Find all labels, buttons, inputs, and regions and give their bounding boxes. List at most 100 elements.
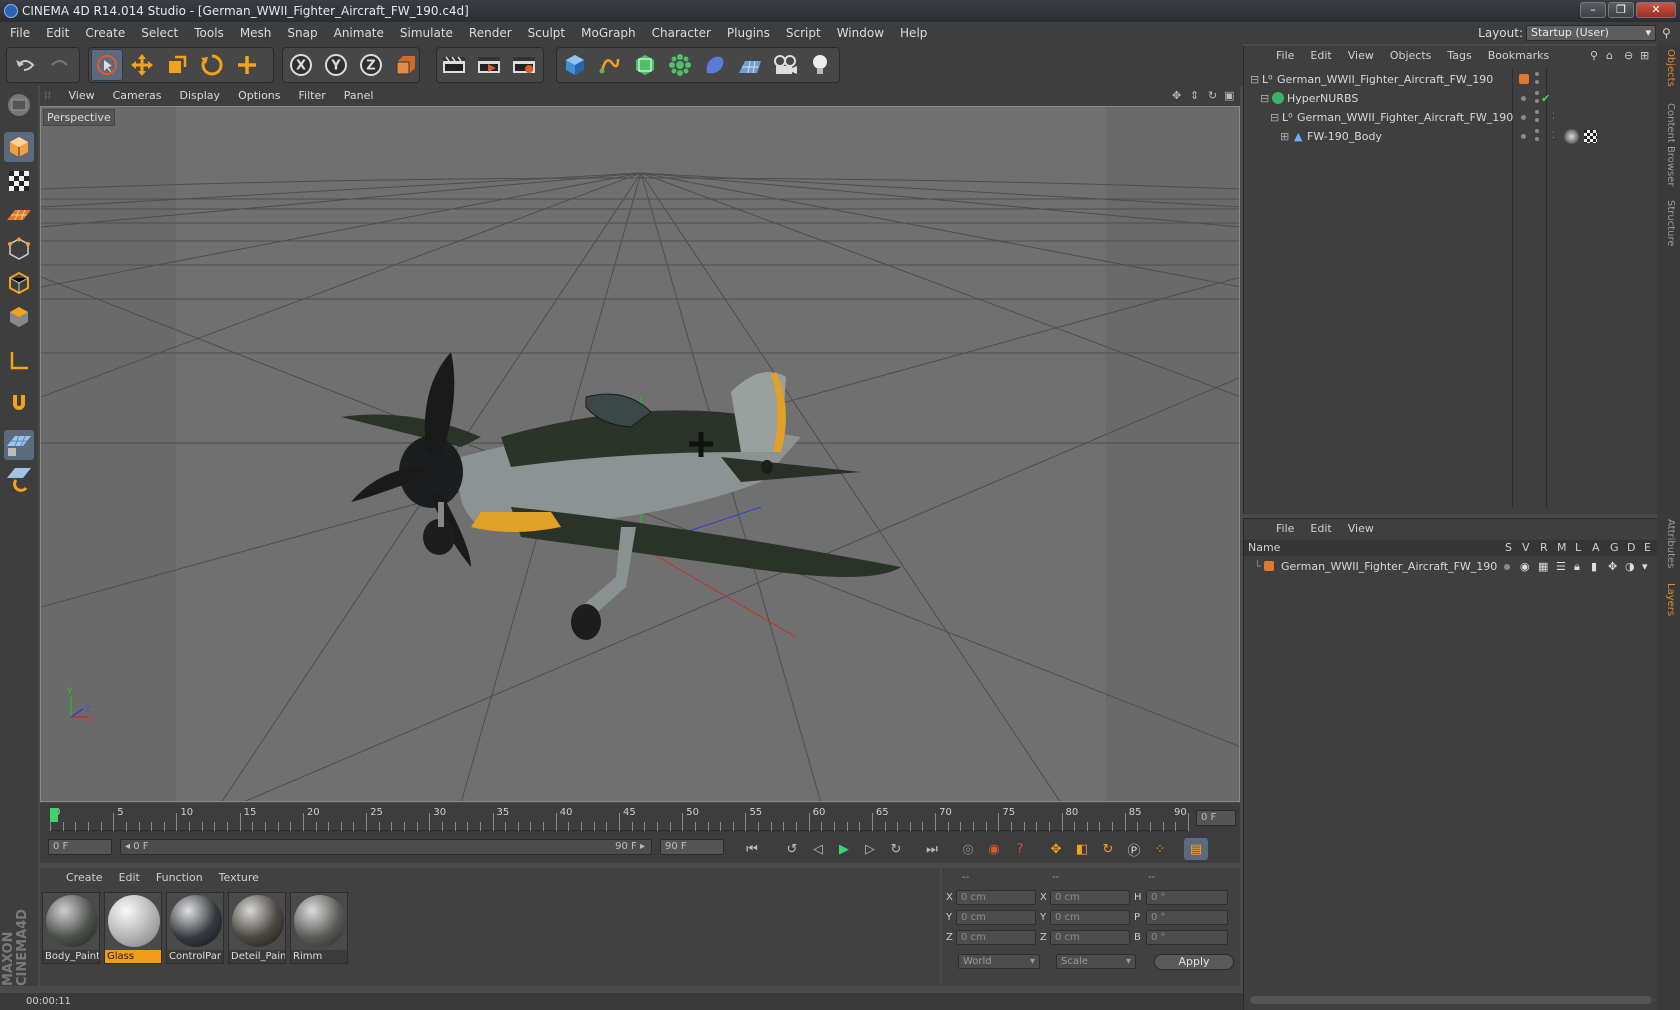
menu-create[interactable]: Create: [77, 22, 133, 44]
material-glass[interactable]: Glass: [104, 892, 162, 964]
layer-color-swatch[interactable]: [1264, 561, 1274, 571]
menu-script[interactable]: Script: [778, 22, 829, 44]
menu-window[interactable]: Window: [829, 22, 892, 44]
key-rotation-icon[interactable]: ↻: [1096, 838, 1120, 860]
model-mode-icon[interactable]: [4, 132, 34, 162]
layer-col-render[interactable]: R: [1540, 540, 1548, 556]
camera-icon[interactable]: [769, 49, 801, 81]
render-visibility-dot[interactable]: [1535, 137, 1539, 141]
texture-tag-icon[interactable]: [1584, 130, 1597, 143]
current-frame-field[interactable]: 0 F: [1196, 810, 1236, 826]
layer-menu-file[interactable]: File: [1268, 519, 1302, 539]
position-x-field[interactable]: 0 cm: [956, 890, 1036, 905]
size-mode-select[interactable]: Scale ▾: [1056, 954, 1136, 969]
render-icon[interactable]: ▦: [1538, 557, 1548, 576]
menu-mograph[interactable]: MoGraph: [573, 22, 644, 44]
filter-icon[interactable]: ⊖: [1624, 46, 1633, 66]
layer-menu-edit[interactable]: Edit: [1302, 519, 1339, 539]
menu-render[interactable]: Render: [461, 22, 520, 44]
key-parameter-icon[interactable]: Ⓟ: [1122, 838, 1146, 860]
manager-icon[interactable]: ☰: [1556, 557, 1566, 576]
apply-button[interactable]: Apply: [1154, 954, 1234, 970]
checkmark-icon[interactable]: ✔: [1541, 89, 1550, 108]
frame-range-slider[interactable]: ◂ 0 F 90 F ▸: [120, 839, 652, 855]
magnet-icon[interactable]: [4, 388, 34, 418]
layer-col-generators[interactable]: G: [1610, 540, 1619, 556]
deformer-toggle-icon[interactable]: ◑: [1625, 557, 1635, 576]
go-to-end-icon[interactable]: ⏭: [920, 838, 944, 860]
rotation-b-field[interactable]: 0 °: [1146, 930, 1228, 945]
size-y-field[interactable]: 0 cm: [1050, 910, 1130, 925]
previous-frame-icon[interactable]: ◁: [806, 838, 830, 860]
mat-menu-edit[interactable]: Edit: [111, 868, 148, 888]
tree-item-root[interactable]: ⊟ L⁰ German_WWII_Fighter_Aircraft_FW_190: [1244, 70, 1658, 89]
snap-settings-icon[interactable]: [4, 464, 34, 494]
tree-item-aircraft-group[interactable]: ⊟ L⁰ German_WWII_Fighter_Aircraft_FW_190…: [1244, 108, 1658, 127]
floor-icon[interactable]: [734, 49, 766, 81]
array-icon[interactable]: [664, 49, 696, 81]
animation-icon[interactable]: ▮: [1591, 557, 1597, 576]
menu-animate[interactable]: Animate: [326, 22, 392, 44]
horizontal-scrollbar[interactable]: [1250, 996, 1652, 1004]
layer-color-swatch[interactable]: [1519, 74, 1529, 84]
maximize-button[interactable]: ❐: [1608, 2, 1634, 18]
layer-col-deformers[interactable]: D: [1627, 540, 1635, 556]
timeline-ruler[interactable]: 051015202530354045505560657075808590 0 F: [40, 803, 1240, 835]
expression-icon[interactable]: ▾: [1642, 557, 1648, 576]
workplane-icon[interactable]: [4, 200, 34, 230]
edges-mode-icon[interactable]: [4, 268, 34, 298]
zoom-view-icon[interactable]: ⇕: [1190, 86, 1199, 106]
minimize-button[interactable]: –: [1580, 2, 1606, 18]
material-control-panel[interactable]: ControlPar: [166, 892, 224, 964]
editor-visibility-dot[interactable]: [1535, 129, 1539, 133]
rotation-p-field[interactable]: 0 °: [1146, 910, 1228, 925]
redo-icon[interactable]: [44, 49, 76, 81]
tab-objects[interactable]: Objects: [1660, 48, 1676, 88]
size-z-field[interactable]: 0 cm: [1050, 930, 1130, 945]
end-frame-field[interactable]: 90 F: [660, 839, 724, 855]
cube-icon[interactable]: [559, 49, 591, 81]
vp-menu-view[interactable]: View: [60, 86, 104, 106]
obj-menu-tags[interactable]: Tags: [1439, 46, 1479, 66]
collapse-icon[interactable]: ⊟: [1250, 70, 1259, 89]
axis-icon[interactable]: [4, 346, 34, 376]
visibility-dot[interactable]: [1521, 96, 1526, 101]
material-detail-paint[interactable]: Deteil_Pain: [228, 892, 286, 964]
eye-icon[interactable]: ◉: [1520, 557, 1530, 576]
menu-file[interactable]: File: [2, 22, 38, 44]
vp-menu-display[interactable]: Display: [171, 86, 230, 106]
coordinate-system-icon[interactable]: [390, 49, 422, 81]
points-mode-icon[interactable]: [4, 234, 34, 264]
nurbs-icon[interactable]: [629, 49, 661, 81]
tab-layers[interactable]: Layers: [1660, 580, 1676, 620]
obj-menu-edit[interactable]: Edit: [1302, 46, 1339, 66]
undo-icon[interactable]: [9, 49, 41, 81]
layer-col-locked[interactable]: L: [1575, 540, 1581, 556]
render-view-icon[interactable]: [438, 49, 470, 81]
render-visibility-dot[interactable]: [1535, 118, 1539, 122]
key-pla-icon[interactable]: ⁘: [1148, 838, 1172, 860]
auto-keying-icon[interactable]: ◉: [982, 838, 1006, 860]
visibility-dot[interactable]: [1535, 72, 1539, 76]
layer-col-solo[interactable]: S: [1505, 540, 1512, 556]
menu-sculpt[interactable]: Sculpt: [520, 22, 573, 44]
y-axis-lock-icon[interactable]: Y: [320, 49, 352, 81]
z-axis-lock-icon[interactable]: Z: [355, 49, 387, 81]
material-tag-icon[interactable]: [1564, 129, 1579, 144]
menu-plugins[interactable]: Plugins: [719, 22, 778, 44]
close-button[interactable]: ✕: [1636, 2, 1676, 18]
vp-menu-filter[interactable]: Filter: [290, 86, 335, 106]
menu-snap[interactable]: Snap: [279, 22, 325, 44]
render-settings-icon[interactable]: [508, 49, 540, 81]
obj-menu-file[interactable]: File: [1268, 46, 1302, 66]
layer-col-animation[interactable]: A: [1592, 540, 1600, 556]
menu-edit[interactable]: Edit: [38, 22, 77, 44]
material-body-paint[interactable]: Body_Paint: [42, 892, 100, 964]
tab-attributes[interactable]: Attributes: [1660, 516, 1676, 572]
vp-menu-panel[interactable]: Panel: [335, 86, 383, 106]
next-frame-icon[interactable]: ▷: [858, 838, 882, 860]
obj-menu-bookmarks[interactable]: Bookmarks: [1480, 46, 1557, 66]
layer-col-expressions[interactable]: E: [1644, 540, 1651, 556]
previous-key-icon[interactable]: ↺: [780, 838, 804, 860]
polygons-mode-icon[interactable]: [4, 302, 34, 332]
